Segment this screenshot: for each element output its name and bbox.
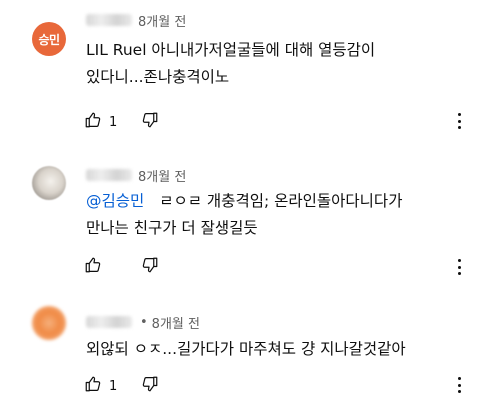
- thumb-up-icon: [84, 111, 102, 133]
- avatar-initial: 승민: [38, 32, 60, 47]
- avatar[interactable]: [32, 306, 66, 340]
- like-count: 1: [109, 378, 118, 394]
- comment-meta: 8개월 전: [86, 166, 186, 185]
- username-blurred[interactable]: [86, 14, 132, 26]
- dislike-button[interactable]: [141, 110, 159, 134]
- more-vert-icon[interactable]: [452, 110, 466, 132]
- thumb-up-icon: [84, 375, 102, 397]
- comment-meta: • 8개월 전: [86, 313, 200, 332]
- more-vert-icon[interactable]: [452, 256, 466, 278]
- comment-time[interactable]: 8개월 전: [138, 11, 186, 30]
- comment-actions: [84, 255, 159, 279]
- comment-line-text: ㄹㅇㄹ 개충격임; 온라인돌아다니다가: [159, 192, 403, 210]
- thumb-down-icon: [141, 375, 159, 397]
- comment-line: 외않되 ㅇㅈ...길가다가 마주쳐도 걍 지나갈것같아: [86, 340, 406, 358]
- thumb-up-icon: [84, 256, 102, 278]
- comment-line: 있다니...존나충격이노: [86, 68, 230, 86]
- like-button[interactable]: 1: [84, 110, 141, 134]
- thumb-down-icon: [141, 111, 159, 133]
- thumb-down-icon: [141, 256, 159, 278]
- comment-actions: 1: [84, 374, 159, 398]
- avatar[interactable]: 승민: [32, 22, 66, 56]
- comment-line: @김승민 ㄹㅇㄹ 개충격임; 온라인돌아다니다가: [86, 188, 450, 215]
- comment-time[interactable]: 8개월 전: [138, 166, 186, 185]
- more-vert-icon[interactable]: [452, 374, 466, 396]
- comment-text: @김승민 ㄹㅇㄹ 개충격임; 온라인돌아다니다가 만나는 친구가 더 잘생길듯: [86, 188, 450, 242]
- dislike-button[interactable]: [141, 255, 159, 279]
- avatar[interactable]: [32, 166, 66, 200]
- comment-line: LIL Ruel 아니내가저얼굴들에 대해 열등감이: [86, 41, 376, 59]
- like-button[interactable]: [84, 255, 141, 279]
- like-button[interactable]: 1: [84, 374, 141, 398]
- comment-text: 외않되 ㅇㅈ...길가다가 마주쳐도 걍 지나갈것같아: [86, 336, 450, 363]
- dislike-button[interactable]: [141, 374, 159, 398]
- comment-actions: 1: [84, 110, 159, 134]
- comment-line: 만나는 친구가 더 잘생길듯: [86, 219, 258, 237]
- separator-dot: •: [140, 314, 148, 330]
- mention-link[interactable]: @김승민: [86, 192, 144, 210]
- like-count: 1: [109, 114, 118, 130]
- username-blurred[interactable]: [86, 316, 132, 328]
- comment-time[interactable]: 8개월 전: [152, 313, 200, 332]
- username-blurred[interactable]: [86, 169, 132, 181]
- comment-meta: 8개월 전: [86, 11, 186, 30]
- comment-text: LIL Ruel 아니내가저얼굴들에 대해 열등감이 있다니...존나충격이노: [86, 37, 450, 91]
